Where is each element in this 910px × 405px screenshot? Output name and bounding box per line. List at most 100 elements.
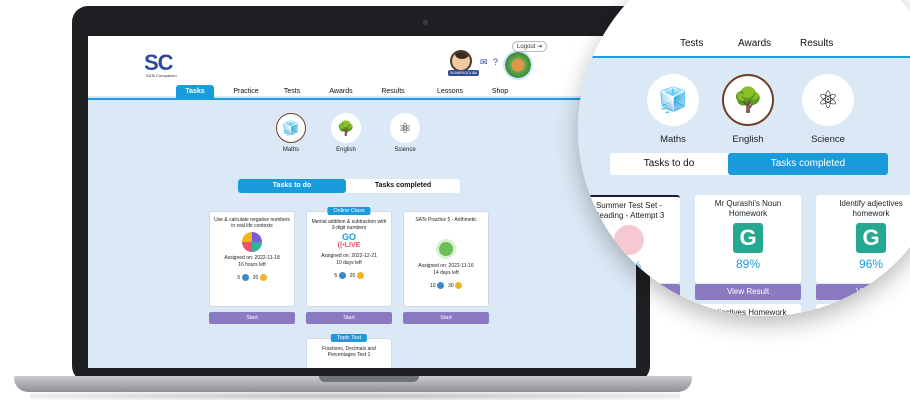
- help-icon[interactable]: ?: [493, 57, 498, 67]
- online-class-badge: Online Class: [327, 207, 371, 215]
- google-classroom-icon: G: [733, 223, 763, 253]
- coin-count: 20: [252, 275, 259, 282]
- coin-icon: [455, 282, 463, 290]
- nav-tab-awards[interactable]: Awards: [324, 85, 358, 99]
- laptop-base: [14, 376, 692, 392]
- start-button[interactable]: Start: [209, 312, 295, 324]
- view-result-button[interactable]: View Result: [695, 284, 801, 300]
- gem-icon: [241, 274, 249, 282]
- task-card[interactable]: Online Class Mental addition & subtracti…: [306, 207, 392, 307]
- tab-tasks-completed[interactable]: Tasks completed: [346, 179, 460, 193]
- completed-title: Mr Qurashi's Noun Homework: [714, 199, 782, 218]
- reading-test-icon: [614, 225, 644, 255]
- zoom-task-tabs: Tasks to do Tasks completed: [610, 153, 888, 175]
- subject-label: English: [732, 134, 764, 145]
- coin-icon: [259, 274, 267, 282]
- nav-tab-lessons[interactable]: Lessons: [430, 85, 470, 99]
- go-live-logo: GO: [341, 232, 356, 243]
- subject-label: English: [336, 147, 356, 153]
- completed-title: Summer Test Set - Reading - Attempt 3: [593, 201, 665, 220]
- gem-icon: [436, 282, 444, 290]
- task-tabs: Tasks to do Tasks completed: [238, 179, 460, 193]
- cube-icon: 🧊: [647, 74, 699, 126]
- zoom-tab-tasks-to-do[interactable]: Tasks to do: [610, 153, 728, 175]
- topic-test-badge: Topic Test: [330, 334, 368, 342]
- view-result-button[interactable]: View Re: [816, 284, 910, 300]
- completed-card[interactable]: Adjectives Homework: [695, 304, 801, 316]
- completed-card[interactable]: ork: [618, 304, 680, 316]
- laptop-notch: [319, 376, 419, 382]
- user-name-tag: SKAMPAGOLIBA: [448, 70, 480, 76]
- user-avatar[interactable]: [450, 50, 472, 72]
- reward-count: 5: [237, 275, 241, 282]
- task-card[interactable]: Topic Test Fractions, Decimals and Perce…: [306, 334, 392, 368]
- view-result-button[interactable]: View Result: [578, 284, 680, 300]
- completed-card[interactable]: Identi: [816, 304, 910, 316]
- zoom-content: Tests Awards Results 🧊 Maths 🌳 English ⚛…: [578, 0, 910, 316]
- assigned-date: Assigned on: 2022-11-18: [224, 255, 280, 262]
- completed-title: Identify adjectives homework: [839, 199, 903, 218]
- coin-count: 30: [448, 283, 454, 290]
- tab-tasks-to-do[interactable]: Tasks to do: [238, 179, 346, 193]
- reward-count: 10: [429, 283, 436, 290]
- coin-count: 20: [349, 273, 356, 280]
- completed-card[interactable]: Identify adjectives homework G 96%: [816, 195, 910, 283]
- nav-tab-tasks[interactable]: Tasks: [176, 85, 214, 99]
- sats-icon: [436, 239, 456, 260]
- laptop-screen: SC SATs Companion SKAMPAGOLIBA ✉ ? Logou…: [88, 36, 636, 368]
- score: 96%: [858, 257, 884, 271]
- nav-underline: [88, 98, 636, 100]
- time-left: 16 hours left: [238, 262, 266, 269]
- atom-icon: ⚛: [390, 113, 420, 143]
- subject-label: Science: [811, 134, 845, 145]
- reward-count: 5: [334, 273, 338, 280]
- gem-icon: [338, 272, 346, 280]
- nav-tab-practice[interactable]: Practice: [226, 85, 266, 99]
- subject-maths[interactable]: 🧊 Maths: [271, 113, 311, 153]
- tree-icon: 🌳: [722, 74, 774, 126]
- time-left: 14 days left: [433, 270, 459, 277]
- stage: SC SATs Companion SKAMPAGOLIBA ✉ ? Logou…: [0, 0, 910, 405]
- assigned-date: Assigned on: 2022-12-21: [321, 253, 377, 260]
- tree-icon: 🌳: [331, 113, 361, 143]
- google-classroom-icon: G: [856, 223, 886, 253]
- start-button[interactable]: Start: [306, 312, 392, 324]
- start-button[interactable]: Start: [403, 312, 489, 324]
- rewards: 10 30: [404, 282, 488, 290]
- nav-tab-shop[interactable]: Shop: [486, 85, 514, 99]
- mail-icon[interactable]: ✉: [480, 57, 488, 68]
- rewards: 5 20: [210, 274, 294, 282]
- atom-icon: ⚛: [802, 74, 854, 126]
- cube-icon: 🧊: [276, 113, 306, 143]
- subject-english[interactable]: 🌳 English: [326, 113, 366, 153]
- task-title: Mental addition & subtraction with 3-dig…: [311, 219, 387, 232]
- live-text: LIVE: [344, 242, 361, 250]
- zoom-subject-science[interactable]: ⚛ Science: [793, 74, 863, 145]
- zoom-nav-awards[interactable]: Awards: [738, 38, 771, 49]
- completed-card[interactable]: Mr Qurashi's Noun Homework G 89%: [695, 195, 801, 283]
- nav-tab-results[interactable]: Results: [376, 85, 410, 99]
- logout-button[interactable]: Logout ⇥: [512, 41, 548, 52]
- task-card[interactable]: Use & calculate negative numbers in real…: [209, 211, 295, 307]
- task-card[interactable]: SATs Practice 5 - Arithmetic Assigned on…: [403, 211, 489, 307]
- zoom-subject-maths[interactable]: 🧊 Maths: [638, 74, 708, 145]
- score: 89%: [735, 257, 761, 271]
- completed-card[interactable]: Summer Test Set - Reading - Attempt 3 93…: [578, 195, 680, 283]
- subject-label: Maths: [282, 147, 300, 153]
- zoom-subject-english[interactable]: 🌳 English: [713, 74, 783, 145]
- assigned-date: Assigned on: 2022-11-16: [418, 263, 474, 270]
- task-title: Fractions, Decimals and Percentages Test…: [322, 346, 376, 359]
- laptop-shadow: [30, 392, 680, 400]
- zoom-nav-tests[interactable]: Tests: [680, 38, 703, 49]
- zoom-nav-results[interactable]: Results: [800, 38, 833, 49]
- zoom-magnifier: Tests Awards Results 🧊 Maths 🌳 English ⚛…: [578, 0, 910, 316]
- rewards: 5 20: [307, 272, 391, 280]
- avatar-badge[interactable]: [503, 50, 533, 80]
- task-title: SATs Practice 5 - Arithmetic: [415, 217, 477, 223]
- task-title: Use & calculate negative numbers in real…: [214, 217, 290, 230]
- live-label: ((•LIVE: [307, 242, 391, 250]
- nav-tab-tests[interactable]: Tests: [278, 85, 306, 99]
- subject-label: Maths: [660, 134, 686, 145]
- subject-science[interactable]: ⚛ Science: [385, 113, 425, 153]
- zoom-tab-tasks-completed[interactable]: Tasks completed: [728, 153, 888, 175]
